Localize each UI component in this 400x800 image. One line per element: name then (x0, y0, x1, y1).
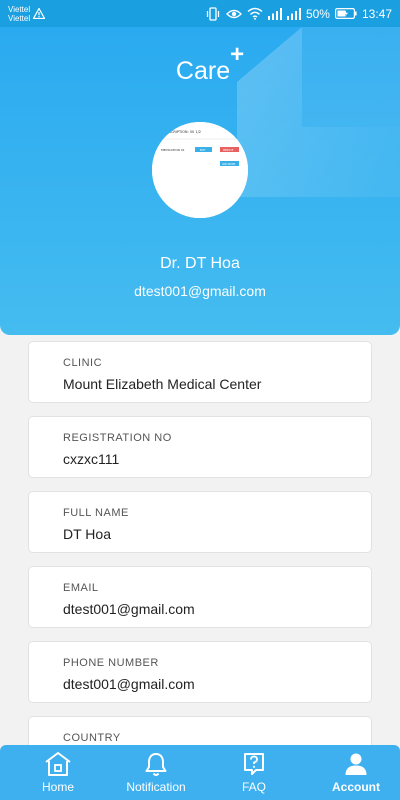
nav-faq-label: FAQ (241, 780, 266, 794)
logo-plus: + (230, 41, 245, 68)
avatar[interactable]: PRESCRIPTION: 00 1/2 MEDICATION 01 EDIT … (152, 122, 248, 218)
carrier-name-2: Viettel (8, 13, 31, 23)
doctor-name: Dr. DT Hoa (160, 255, 240, 272)
avatar-preview-add: ADD MORE (222, 163, 236, 166)
battery-percent: 50% (305, 6, 330, 21)
nav-faq[interactable]: FAQ (196, 745, 312, 800)
doctor-email: dtest001@gmail.com (134, 283, 266, 299)
email-value: dtest001@gmail.com (63, 601, 195, 617)
clinic-card: CLINIC Mount Elizabeth Medical Center (28, 341, 372, 403)
status-bar: Viettel Viettel 50% 13:47 (0, 0, 400, 27)
nav-notification-label: Notification (126, 780, 186, 794)
logo-text: Care (175, 57, 231, 85)
email-card: EMAIL dtest001@gmail.com (28, 566, 372, 628)
avatar-preview-medication: MEDICATION 01 (161, 148, 185, 152)
phone-card: PHONE NUMBER dtest001@gmail.com (28, 641, 372, 703)
nav-home[interactable]: Home (0, 745, 116, 800)
profile-info-list: CLINIC Mount Elizabeth Medical Center RE… (28, 341, 372, 791)
signal-icon (286, 7, 301, 20)
status-icons: 50% 13:47 (205, 7, 392, 21)
full-name-card: FULL NAME DT Hoa (28, 491, 372, 553)
nav-notification[interactable]: Notification (116, 745, 196, 800)
help-icon (244, 753, 264, 775)
phone-label: PHONE NUMBER (63, 657, 159, 669)
full-name-label: FULL NAME (63, 507, 129, 519)
signal-icon (267, 7, 282, 20)
full-name-value: DT Hoa (63, 526, 111, 542)
carrier-info: Viettel Viettel (8, 5, 46, 23)
avatar-preview-edit: EDIT (200, 149, 206, 152)
nav-account-label: Account (332, 780, 380, 794)
eye-icon (226, 9, 242, 18)
warning-icon (33, 8, 46, 19)
clinic-label: CLINIC (63, 357, 103, 369)
carrier-names: Viettel Viettel (8, 5, 30, 23)
care-plus-logo: Care + (0, 41, 400, 86)
email-label: EMAIL (63, 582, 99, 594)
phone-value: dtest001@gmail.com (63, 676, 195, 692)
bottom-nav: Home Notification FAQ Account (0, 745, 400, 800)
clock: 13:47 (361, 6, 392, 21)
bell-icon (145, 753, 167, 776)
registration-card: REGISTRATION NO cxzxc111 (28, 416, 372, 478)
battery-icon (334, 8, 357, 19)
country-label: COUNTRY (63, 732, 121, 744)
clinic-value: Mount Elizabeth Medical Center (63, 376, 262, 392)
registration-label: REGISTRATION NO (63, 432, 172, 444)
avatar-image: PRESCRIPTION: 00 1/2 MEDICATION 01 EDIT … (152, 122, 248, 218)
vibrate-icon (206, 6, 220, 21)
nav-account[interactable]: Account (312, 745, 400, 800)
registration-value: cxzxc111 (63, 451, 120, 467)
carrier-name-1: Viettel (8, 4, 31, 14)
profile-header: Care + PRESCRIPTION: 00 1/2 MEDICATION 01… (0, 27, 400, 335)
nav-home-label: Home (41, 780, 74, 794)
avatar-preview-remove: REMOVE (223, 149, 234, 152)
home-icon (45, 752, 71, 776)
wifi-icon (247, 7, 263, 20)
user-icon (345, 753, 367, 775)
